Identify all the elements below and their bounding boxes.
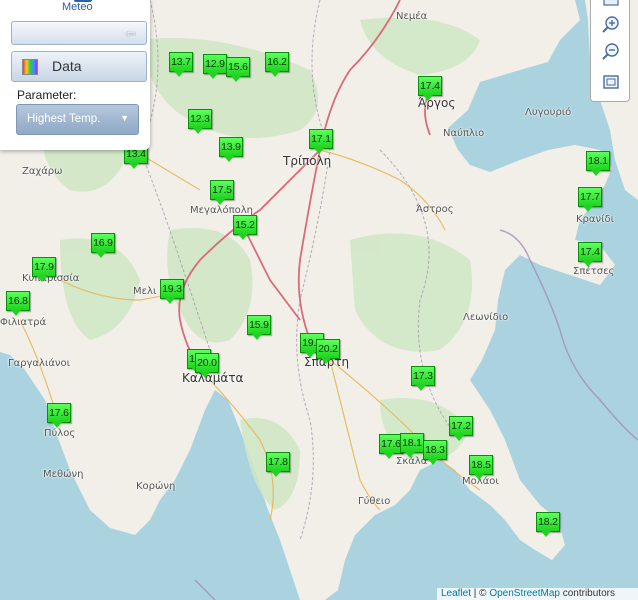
station-value: 20.0 (195, 353, 219, 373)
place-label-lygourio: Λυγουριό (525, 107, 572, 118)
station-marker[interactable]: 13.7 (169, 52, 193, 78)
station-marker[interactable]: 18.5 (469, 455, 493, 481)
place-label-tripoli: Τρίπολη (283, 154, 332, 168)
place-label-nemea: Νεμέα (396, 11, 428, 22)
station-marker[interactable]: 18.1 (586, 151, 610, 177)
data-button-label: Data (52, 58, 82, 74)
station-marker[interactable]: 15.2 (233, 215, 257, 241)
station-marker[interactable]: 17.9 (32, 257, 56, 283)
station-marker[interactable]: 18.3 (423, 440, 447, 466)
back-arrow-icon: ⇦ (125, 26, 136, 41)
place-label-gytheio: Γύθειο (358, 496, 391, 507)
place-label-zacharo: Ζαχάρω (22, 166, 63, 177)
back-button[interactable]: ⇦ (11, 21, 147, 45)
place-label-leonidio: Λεωνίδιο (463, 312, 509, 323)
station-marker[interactable]: 17.7 (578, 187, 602, 213)
station-value: 17.2 (449, 416, 473, 436)
leaflet-link[interactable]: Leaflet (441, 588, 471, 599)
station-marker[interactable]: 17.5 (210, 180, 234, 206)
station-value: 16.8 (6, 291, 30, 311)
station-marker[interactable]: 18.2 (536, 512, 560, 538)
station-marker[interactable]: 17.4 (418, 76, 442, 102)
station-marker[interactable]: 19.3 (160, 279, 184, 305)
station-value: 19.3 (160, 279, 184, 299)
zoom-in-icon[interactable] (600, 14, 622, 36)
station-marker[interactable]: 17.4 (578, 242, 602, 268)
station-marker[interactable]: 17.8 (266, 452, 290, 478)
station-value: 16.2 (265, 52, 289, 72)
station-marker[interactable]: 17.3 (411, 366, 435, 392)
station-value: 18.5 (469, 455, 493, 475)
station-value: 15.9 (247, 315, 271, 335)
parameter-label: Parameter: (17, 88, 77, 102)
osm-link[interactable]: OpenStreetMap (489, 588, 560, 599)
place-label-koroni: Κορώνη (136, 481, 176, 492)
station-marker[interactable]: 15.9 (247, 315, 271, 341)
station-value: 17.6 (47, 403, 71, 423)
place-label-gargalianoi: Γαργαλιάνοι (8, 358, 71, 369)
place-label-pylos: Πύλος (44, 428, 76, 439)
station-value: 15.6 (226, 57, 250, 77)
layers-icon[interactable] (600, 0, 622, 11)
station-marker[interactable]: 12.9 (203, 54, 227, 80)
station-marker[interactable]: 12.3 (188, 109, 212, 135)
station-value: 20.2 (316, 339, 340, 359)
station-value: 16.9 (91, 233, 115, 253)
place-label-kranidi: Κρανίδι (576, 214, 614, 225)
station-value: 18.1 (400, 433, 424, 453)
station-value: 17.9 (32, 257, 56, 277)
zoom-out-icon[interactable] (600, 41, 622, 63)
place-label-astros: Άστρος (416, 204, 454, 215)
station-marker[interactable]: 16.2 (265, 52, 289, 78)
station-marker[interactable]: 18.1 (400, 433, 424, 459)
chevron-down-icon: ▼ (120, 113, 129, 123)
station-value: 17.1 (309, 129, 333, 149)
station-value: 17.3 (411, 366, 435, 386)
data-button[interactable]: Data (11, 51, 147, 82)
station-marker[interactable]: 16.8 (6, 291, 30, 317)
station-value: 18.2 (536, 512, 560, 532)
station-marker[interactable]: 17.2 (449, 416, 473, 442)
station-marker[interactable]: 13.9 (219, 137, 243, 163)
station-value: 12.9 (203, 54, 227, 74)
control-panel: Meteo ⇦ Data Parameter: Highest Temp. ▼ (0, 0, 150, 150)
station-value: 15.2 (233, 215, 257, 235)
station-value: 17.4 (418, 76, 442, 96)
station-value: 13.7 (169, 52, 193, 72)
parameter-select-value: Highest Temp. (27, 113, 101, 125)
color-palette-icon (22, 59, 38, 75)
station-marker[interactable]: 15.6 (226, 57, 250, 83)
station-value: 17.5 (210, 180, 234, 200)
station-marker[interactable]: 16.9 (91, 233, 115, 259)
station-value: 13.9 (219, 137, 243, 157)
station-marker[interactable]: 20.0 (195, 353, 219, 379)
station-value: 17.7 (578, 187, 602, 207)
parameter-select[interactable]: Highest Temp. ▼ (16, 104, 139, 135)
place-label-methoni: Μεθώνη (43, 469, 84, 480)
attribution-separator: | © (471, 588, 490, 599)
station-marker[interactable]: 17.6 (47, 403, 71, 429)
station-value: 12.3 (188, 109, 212, 129)
station-value: 17.4 (578, 242, 602, 262)
place-label-filiatra: Φιλιατρά (0, 317, 47, 328)
station-value: 17.8 (266, 452, 290, 472)
attribution-suffix: contributors (559, 588, 615, 599)
station-marker[interactable]: 20.2 (316, 339, 340, 365)
station-value: 18.1 (586, 151, 610, 171)
station-marker[interactable]: 17.1 (309, 129, 333, 155)
fit-extent-icon[interactable] (600, 71, 622, 93)
place-label-nafplio: Ναύπλιο (443, 128, 485, 139)
meteo-logo-text: Meteo (62, 1, 93, 13)
map-toolbar (590, 0, 630, 102)
place-label-meli: Μελι (133, 286, 157, 297)
map-attribution: Leaflet | © OpenStreetMap contributors (437, 588, 638, 600)
station-value: 18.3 (423, 440, 447, 460)
